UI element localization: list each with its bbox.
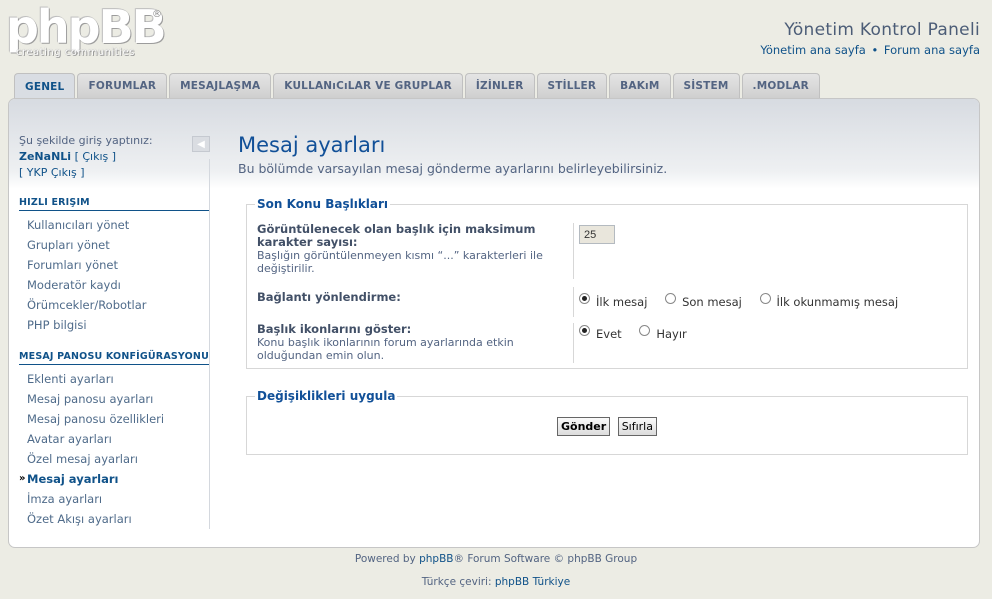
radio-first-post[interactable]: İlk mesaj <box>579 292 648 309</box>
radio-no-dot[interactable] <box>639 324 651 336</box>
tab-mesajlasma[interactable]: MESAJLAŞMA <box>169 73 272 98</box>
content-area: Mesaj ayarları Bu bölümde varsayılan mes… <box>238 133 968 176</box>
max-title-chars-row: Görüntülenecek olan başlık için maksimum… <box>257 223 967 279</box>
radio-last-post[interactable]: Son mesaj <box>665 292 742 309</box>
menu-item-board-settings[interactable]: Mesaj panosu ayarları <box>19 389 211 409</box>
collapse-sidebar-icon[interactable]: ◀ <box>192 136 210 152</box>
footer-translation-prefix: Türkçe çeviri: <box>421 576 495 588</box>
row-divider <box>573 223 574 279</box>
radio-first-post-dot[interactable] <box>579 292 590 304</box>
logo-tagline: creating communities <box>16 47 135 58</box>
radio-first-unread-label: İlk okunmamış mesaj <box>776 295 899 309</box>
radio-yes[interactable]: Evet <box>579 324 622 341</box>
footer-powered-suffix: ® Forum Software © phpBB Group <box>453 553 638 565</box>
recent-topics-legend: Son Konu Başlıkları <box>257 197 389 211</box>
menu-item-avatar-settings[interactable]: Avatar ayarları <box>19 429 211 449</box>
menu-item-pm-settings[interactable]: Özel mesaj ayarları <box>19 449 211 469</box>
quick-access-menu: Kullanıcıları yönet Grupları yönet Forum… <box>19 215 211 335</box>
tab-forumlar[interactable]: FORUMLAR <box>77 73 168 98</box>
sidebar: Şu şekilde giriş yaptınız: ZeNaNLi [ Çık… <box>19 133 211 529</box>
max-title-chars-desc: Başlığın görüntülenmeyen kısmı “...” kar… <box>257 249 543 275</box>
link-redirect-row: Bağlantı yönlendirme: İlk mesaj Son mesa… <box>257 287 967 319</box>
link-redirect-title: Bağlantı yönlendirme: <box>257 290 401 304</box>
menu-item-manage-groups[interactable]: Grupları yönet <box>19 235 211 255</box>
radio-yes-dot[interactable] <box>579 324 590 336</box>
main-panel: Şu şekilde giriş yaptınız: ZeNaNLi [ Çık… <box>8 98 980 548</box>
menu-item-spiders-robots[interactable]: Örümcekler/Robotlar <box>19 295 211 315</box>
acp-title: Yönetim Kontrol Paneli <box>784 20 980 40</box>
tab-modlar[interactable]: .MODLAR <box>741 73 820 98</box>
radio-no[interactable]: Hayır <box>639 324 687 341</box>
submit-button[interactable]: Gönder <box>557 417 611 436</box>
tab-bakim[interactable]: BAKıM <box>609 73 671 98</box>
menu-item-post-settings[interactable]: Mesaj ayarları <box>19 469 211 489</box>
menu-item-manage-users[interactable]: Kullanıcıları yönet <box>19 215 211 235</box>
logo-wordmark: phpBB <box>6 0 167 54</box>
footer-powered-prefix: Powered by <box>354 553 420 565</box>
logo-registered-mark: ® <box>152 9 162 20</box>
menu-item-php-info[interactable]: PHP bilgisi <box>19 315 211 335</box>
board-config-heading: MESAJ PANOSU KONFİGÜRASYONU <box>19 351 209 365</box>
row-divider <box>573 323 574 363</box>
topic-icons-title: Başlık ikonlarını göster: <box>257 322 412 336</box>
menu-item-board-features[interactable]: Mesaj panosu özellikleri <box>19 409 211 429</box>
logged-in-username[interactable]: ZeNaNLi <box>19 150 71 163</box>
tab-izinler[interactable]: İZİNLER <box>464 73 535 98</box>
recent-topics-fieldset: Son Konu Başlıkları Görüntülenecek olan … <box>246 197 968 369</box>
radio-yes-label: Evet <box>596 327 622 341</box>
topic-icons-label: Başlık ikonlarını göster: Konu başlık ik… <box>257 322 557 363</box>
submit-buttons: Gönder Sıfırla <box>247 417 967 436</box>
ykp-logout-link[interactable]: [ YKP Çıkış ] <box>19 166 85 179</box>
footer-translation: Türkçe çeviri: phpBB Türkiye <box>0 576 992 588</box>
footer-phpbb-turkiye-link[interactable]: phpBB Türkiye <box>495 576 570 588</box>
max-title-chars-input[interactable] <box>579 225 615 244</box>
reset-button[interactable]: Sıfırla <box>617 417 657 436</box>
menu-item-attachment-settings[interactable]: Eklenti ayarları <box>19 369 211 389</box>
footer-phpbb-link[interactable]: phpBB <box>419 553 453 565</box>
radio-last-post-dot[interactable] <box>665 292 677 304</box>
link-redirect-label: Bağlantı yönlendirme: <box>257 291 557 304</box>
topic-icons-row: Başlık ikonlarını göster: Konu başlık ik… <box>257 323 967 365</box>
menu-item-feed-settings[interactable]: Özet Akışı ayarları <box>19 509 211 529</box>
radio-first-post-label: İlk mesaj <box>596 295 648 309</box>
submit-legend: Değişiklikleri uygula <box>257 389 396 403</box>
submit-fieldset: Değişiklikleri uygula Gönder Sıfırla <box>246 389 968 455</box>
tab-genel[interactable]: GENEL <box>14 73 76 99</box>
header-link-separator: • <box>871 43 879 57</box>
radio-first-unread[interactable]: İlk okunmamış mesaj <box>759 292 899 309</box>
phpbb-logo[interactable]: phpBB ® creating communities <box>6 0 167 62</box>
row-divider <box>573 287 574 317</box>
page-description: Bu bölümde varsayılan mesaj gönderme aya… <box>238 161 668 176</box>
sidebar-divider <box>209 159 210 529</box>
tab-stiller[interactable]: STİLLER <box>536 73 608 98</box>
menu-item-moderator-log[interactable]: Moderatör kaydı <box>19 275 211 295</box>
login-prefix: Şu şekilde giriş yaptınız: <box>19 134 153 147</box>
topic-icons-desc: Konu başlık ikonlarının forum ayarlarınd… <box>257 336 514 362</box>
login-info: Şu şekilde giriş yaptınız: ZeNaNLi [ Çık… <box>19 133 211 181</box>
menu-item-signature-settings[interactable]: İmza ayarları <box>19 489 211 509</box>
admin-home-link[interactable]: Yönetim ana sayfa <box>760 43 865 57</box>
radio-first-unread-dot[interactable] <box>759 292 771 304</box>
footer-powered-by: Powered by phpBB® Forum Software © phpBB… <box>0 553 992 565</box>
logout-link[interactable]: [ Çıkış ] <box>75 150 116 163</box>
radio-last-post-label: Son mesaj <box>682 295 742 309</box>
quick-access-heading: HıZLı ERIŞIM <box>19 197 209 211</box>
menu-item-manage-forums[interactable]: Forumları yönet <box>19 255 211 275</box>
tab-sistem[interactable]: SİSTEM <box>672 73 740 98</box>
max-title-chars-label: Görüntülenecek olan başlık için maksimum… <box>257 222 557 276</box>
max-title-chars-title: Görüntülenecek olan başlık için maksimum… <box>257 222 536 249</box>
header-links: Yönetim ana sayfa • Forum ana sayfa <box>760 43 980 57</box>
radio-no-label: Hayır <box>656 327 687 341</box>
forum-home-link[interactable]: Forum ana sayfa <box>884 43 980 57</box>
main-tabs: GENEL FORUMLAR MESAJLAŞMA KULLANıCıLAR V… <box>14 73 822 99</box>
board-config-menu: Eklenti ayarları Mesaj panosu ayarları M… <box>19 369 211 529</box>
tab-kullanicilar-ve-gruplar[interactable]: KULLANıCıLAR VE GRUPLAR <box>273 73 463 98</box>
page-title: Mesaj ayarları <box>238 133 386 157</box>
